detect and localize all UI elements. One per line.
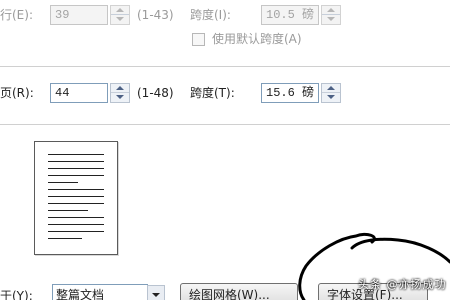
preview-text-line (48, 238, 82, 239)
lines-per-page-spinner[interactable] (110, 83, 130, 103)
chars-spacing-input[interactable]: 10.5 磅 (261, 5, 319, 25)
lines-per-page-label: 页(R): (0, 86, 34, 100)
watermark-text: 头条 @亦扬成功 (358, 278, 447, 291)
spin-down-icon[interactable] (322, 93, 340, 102)
preview-text-line (48, 217, 104, 218)
chevron-down-icon (152, 293, 160, 297)
chars-spacing-spinner[interactable] (321, 5, 341, 25)
chars-range-label: (1-43) (137, 8, 174, 22)
page-preview (34, 141, 118, 255)
spin-down-icon[interactable] (322, 15, 340, 24)
spin-down-icon[interactable] (111, 93, 129, 102)
spin-down-icon[interactable] (111, 15, 129, 24)
preview-text-line (48, 175, 104, 176)
apply-to-select[interactable]: 整篇文档 (52, 284, 148, 300)
spin-up-icon[interactable] (111, 84, 129, 93)
chars-per-line-spinner[interactable] (110, 5, 130, 25)
lines-range-label: (1-48) (137, 86, 174, 100)
preview-text-line (48, 182, 78, 183)
preview-text-line (48, 168, 104, 169)
lines-per-page-input[interactable]: 44 (50, 83, 108, 103)
preview-text-line (48, 231, 104, 232)
default-spacing-label: 使用默认跨度(A) (212, 32, 302, 46)
apply-to-label: 于(Y): (0, 289, 33, 300)
lines-spacing-label: 跨度(T): (190, 86, 235, 100)
preview-text-line (48, 161, 104, 162)
preview-text-line (48, 210, 88, 211)
chars-spacing-label: 跨度(I): (190, 8, 231, 22)
section-divider (0, 124, 450, 125)
preview-text-line (48, 224, 104, 225)
drawing-grid-button[interactable]: 绘图网格(W)... (180, 283, 298, 300)
chars-per-line-input[interactable]: 39 (50, 5, 108, 25)
spin-up-icon[interactable] (322, 6, 340, 15)
chars-per-line-label: 行(E): (0, 8, 33, 22)
lines-spacing-spinner[interactable] (321, 83, 341, 103)
spin-up-icon[interactable] (111, 6, 129, 15)
section-divider (0, 66, 450, 67)
preview-text-line (48, 196, 104, 197)
preview-text-line (48, 189, 104, 190)
lines-spacing-input[interactable]: 15.6 磅 (261, 83, 319, 103)
apply-to-dropdown[interactable] (147, 285, 165, 300)
spin-up-icon[interactable] (322, 84, 340, 93)
preview-text-line (48, 203, 104, 204)
preview-text-line (48, 154, 104, 155)
default-spacing-checkbox[interactable] (192, 33, 205, 46)
